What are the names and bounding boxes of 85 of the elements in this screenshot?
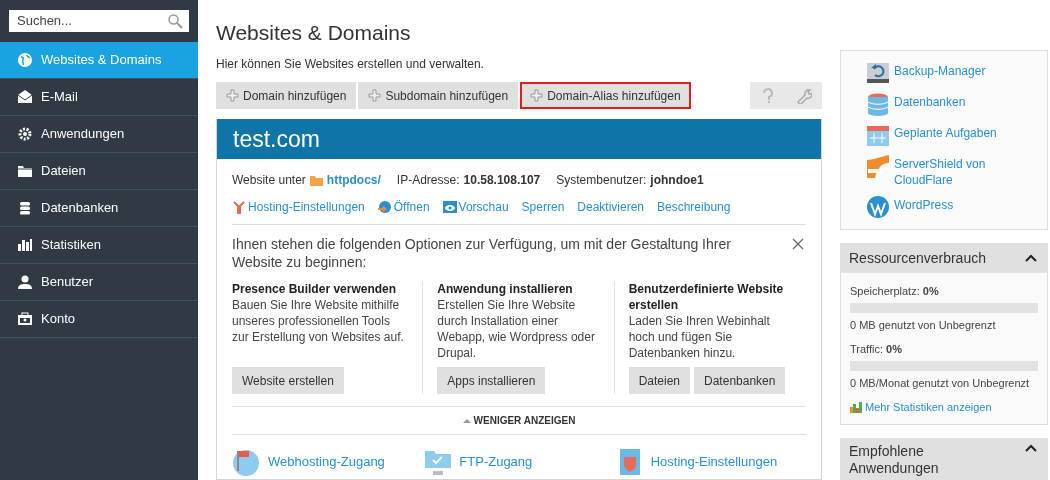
option-description: Erstellen Sie Ihre Website durch Installation einer Webapp, wie Wordpress oder Drupal. — [437, 297, 596, 361]
option-button[interactable]: Dateien — [628, 367, 691, 394]
info-value: johndoe1 — [650, 172, 704, 189]
option-title: Presence Builder verwenden — [232, 281, 398, 297]
option-description: Laden Sie Ihren Webinhalt hoch und fügen Sie Datenbanken hinzu. — [628, 313, 771, 361]
collapse-button[interactable] — [1025, 253, 1039, 263]
collapse-button[interactable] — [1025, 442, 1039, 453]
chevron-up-icon — [462, 417, 471, 424]
info-label: Website unter — [232, 172, 306, 189]
sidebar-item[interactable]: Websites & Domains — [0, 42, 198, 79]
close-button[interactable] — [792, 237, 806, 251]
path-link[interactable]: httpdocs/ — [326, 171, 381, 189]
quick-link[interactable]: Hosting-Einstellungen — [614, 447, 806, 477]
meter-note: 0 MB genutzt von Unbegrenzt — [850, 317, 997, 333]
plus-icon — [368, 89, 382, 102]
folder-icon — [17, 163, 33, 179]
wrench-icon — [796, 87, 812, 104]
action-link[interactable]: Vorschau — [442, 198, 509, 216]
meter-label: Traffic: 0% — [850, 342, 903, 357]
folder-icon — [309, 174, 323, 186]
chevron-up-icon — [1025, 443, 1037, 452]
action-link[interactable]: Sperren — [521, 198, 565, 216]
plus-icon — [530, 89, 544, 102]
quick-link[interactable]: Webhosting-Zugang — [232, 447, 424, 477]
action-link[interactable]: Beschreibung — [657, 198, 731, 216]
domain-name: test.com — [233, 124, 320, 154]
panel-title: Empfohlene Anwendungen — [849, 442, 940, 477]
info-label: Systembenutzer: — [556, 172, 647, 189]
database-icon — [866, 92, 890, 116]
calendar-icon — [866, 123, 890, 147]
option-description: Bauen Sie Ihre Website mithilfe unseres professionellen Tools zur Erstellung von Websites auf. — [232, 297, 405, 345]
search-field[interactable]: Suchen... — [9, 10, 189, 32]
stats-link[interactable]: Mehr Statistiken anzeigen — [850, 399, 1038, 416]
option-button[interactable]: Apps installieren — [437, 367, 546, 394]
tool-link[interactable]: Geplante Aufgaben — [866, 123, 1039, 147]
sidebar-item[interactable]: Dateien — [0, 153, 198, 190]
sidebar-item[interactable]: Konto — [0, 301, 198, 338]
backup-drive-icon — [866, 61, 890, 85]
sidebar-item[interactable]: Datenbanken — [0, 190, 198, 227]
sidebar-item[interactable]: Benutzer — [0, 264, 198, 301]
info-label: IP-Adresse: — [396, 172, 460, 189]
wordpress-icon — [866, 195, 890, 219]
option-button[interactable]: Datenbanken — [694, 367, 786, 394]
help-icon — [761, 87, 775, 104]
add-button[interactable]: Domain hinzufügen — [216, 82, 357, 109]
eye-icon — [442, 200, 457, 214]
sidebar-item[interactable]: E-Mail — [0, 79, 198, 116]
tool-link[interactable]: ServerShield von CloudFlare — [866, 154, 1039, 188]
search-icon — [167, 13, 183, 29]
info-value: 10.58.108.107 — [463, 172, 541, 189]
action-link[interactable]: Öffnen — [377, 198, 430, 216]
option-title: Benutzerdefinierte Website erstellen — [628, 281, 785, 313]
sidebar-item[interactable]: Statistiken — [0, 227, 198, 264]
add-button[interactable]: Subdomain hinzufügen — [358, 82, 519, 109]
envelope-icon — [17, 89, 33, 105]
quick-link[interactable]: FTP-Zugang — [423, 447, 615, 477]
open-icon — [377, 200, 392, 214]
plus-icon — [226, 89, 239, 102]
database-icon — [17, 200, 33, 216]
globe-flag-icon — [232, 447, 262, 477]
chevron-up-icon — [1025, 254, 1037, 262]
user-icon — [17, 274, 33, 290]
action-link[interactable]: Deaktivieren — [577, 198, 644, 216]
meter-note: 0 MB/Monat genutzt von Unbegrenzt — [850, 375, 1031, 391]
bar-chart-icon — [17, 237, 33, 253]
option-title: Anwendung installieren — [437, 281, 574, 297]
option-button[interactable]: Website erstellen — [232, 367, 344, 394]
bar-chart-icon — [850, 401, 862, 414]
add-button[interactable]: Domain-Alias hinzufügen — [520, 82, 691, 109]
search-input[interactable]: Suchen... — [17, 11, 167, 31]
briefcase-icon — [17, 311, 33, 327]
show-less-toggle[interactable]: WENIGER ANZEIGEN — [462, 413, 576, 428]
gear-icon — [17, 126, 33, 142]
options-intro: Ihnen stehen die folgenden Optionen zur Verfügung, um mit der Gestaltung Ihrer Website zu beginnen: — [232, 235, 732, 271]
panel-title: Ressourcenverbrauch — [849, 248, 986, 268]
close-icon — [792, 238, 804, 250]
action-link[interactable]: Hosting-Einstellungen — [232, 198, 365, 216]
page-subtitle: Hier können Sie Websites erstellen und verwalten. — [216, 56, 485, 73]
globe-icon — [17, 52, 33, 68]
page-title: Websites & Domains — [216, 20, 412, 46]
meter-label: Speicherplatz: 0% — [850, 284, 940, 299]
tool-link[interactable]: Backup-Manager — [866, 61, 1039, 85]
tool-link[interactable]: Datenbanken — [866, 92, 1039, 116]
tool-link[interactable]: WordPress — [866, 195, 1039, 219]
sidebar-item[interactable]: Anwendungen — [0, 116, 198, 153]
